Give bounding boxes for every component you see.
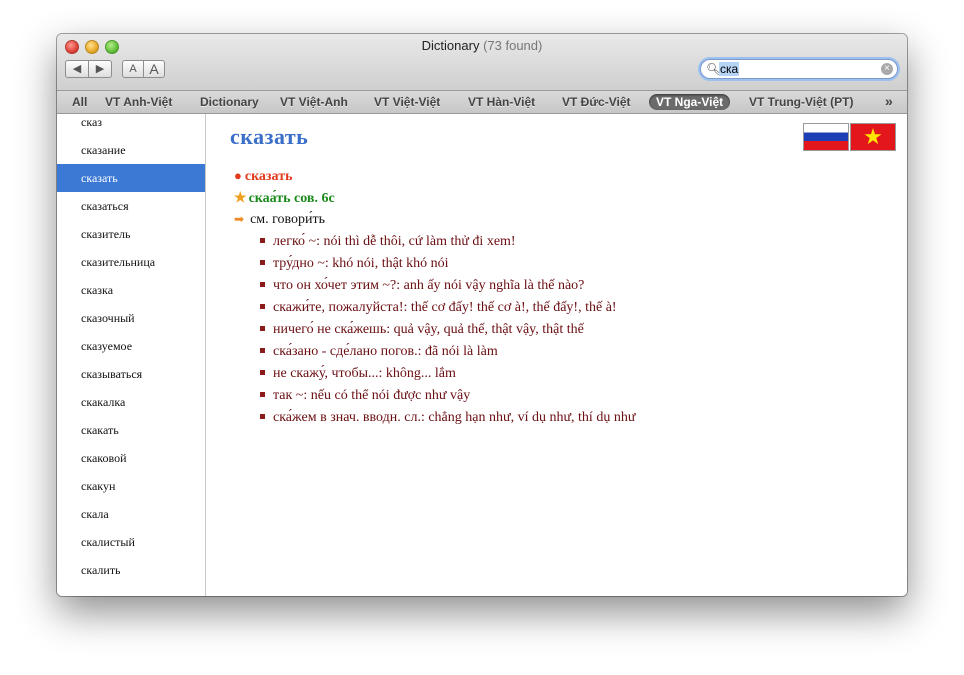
sense-item: ска́жем в знач. вводн. сл.: chẳng hạn nh… bbox=[260, 410, 635, 426]
list-item[interactable]: скакалка bbox=[57, 388, 205, 416]
list-item[interactable]: сказаться bbox=[57, 192, 205, 220]
arrow-right-icon: ➡ bbox=[234, 212, 245, 226]
bullet-icon bbox=[260, 304, 265, 310]
sense-text: не скажу́, чтобы...: không... lắm bbox=[273, 366, 456, 381]
sense-text: так ~: nếu có thể nói được như vậy bbox=[273, 388, 471, 403]
entry-line-source-text: сказать bbox=[244, 169, 293, 184]
window-title-text: Dictionary bbox=[421, 38, 480, 53]
sense-text: легко́ ~: nói thì dễ thôi, cứ làm thử đi… bbox=[273, 234, 516, 249]
tab-vt-viet-anh[interactable]: VT Việt-Anh bbox=[280, 94, 348, 110]
sense-text: ничего́ не ска́жешь: quả vậy, quả thế, t… bbox=[273, 322, 584, 337]
sense-item: что он хо́чет этим ~?: anh ấy nói vậy ng… bbox=[260, 278, 584, 294]
back-button[interactable]: ◀ bbox=[65, 60, 89, 78]
list-item[interactable]: сказительница bbox=[57, 248, 205, 276]
increase-font-button[interactable]: A bbox=[143, 60, 165, 78]
bullet-icon bbox=[260, 370, 265, 376]
tab-vt-viet-viet[interactable]: VT Việt-Việt bbox=[374, 94, 440, 110]
bullet-icon bbox=[260, 238, 265, 244]
list-item-selected[interactable]: сказать bbox=[57, 164, 205, 192]
search-field[interactable]: 🔍︎ ска × bbox=[700, 59, 898, 79]
tab-vt-anh-viet[interactable]: VT Anh-Việt bbox=[105, 94, 172, 110]
sense-item: ска́зано - сде́лано погов.: đã nói là là… bbox=[260, 344, 498, 360]
tab-dictionary[interactable]: Dictionary bbox=[200, 94, 259, 110]
tab-all[interactable]: All bbox=[72, 94, 87, 110]
dictionary-window: Dictionary (73 found) ◀ ▶ A A 🔍︎ ска × A… bbox=[57, 34, 907, 596]
bullet-icon bbox=[260, 414, 265, 420]
list-item[interactable]: скала bbox=[57, 500, 205, 528]
list-item[interactable]: сказание bbox=[57, 136, 205, 164]
russia-flag-icon bbox=[803, 123, 849, 151]
entry-line-grammar-text: скаа́ть сов. 6с bbox=[248, 191, 335, 206]
tab-vt-duc-viet[interactable]: VT Đức-Việt bbox=[562, 94, 630, 110]
sense-text: ска́жем в знач. вводн. сл.: chẳng hạn nh… bbox=[273, 410, 636, 425]
result-count: (73 found) bbox=[483, 38, 543, 53]
list-item[interactable]: сказитель bbox=[57, 220, 205, 248]
tabs-overflow-icon[interactable]: » bbox=[885, 93, 893, 109]
entry-line-source: ● сказать bbox=[234, 168, 292, 185]
entry-headword: сказать bbox=[230, 124, 309, 149]
entry-line-grammar: ★ скаа́ть сов. 6с bbox=[234, 190, 335, 207]
apple-icon: ● bbox=[234, 168, 242, 183]
bullet-icon bbox=[260, 282, 265, 288]
entry-line-crossref-text: см. говори́ть bbox=[250, 212, 326, 227]
sense-text: скажи́те, пожалуйста!: thế cơ đấy! thế c… bbox=[273, 300, 617, 315]
bullet-icon bbox=[260, 348, 265, 354]
forward-button[interactable]: ▶ bbox=[88, 60, 112, 78]
tab-vt-nga-viet[interactable]: VT Nga-Việt bbox=[649, 94, 731, 110]
list-item[interactable]: сказуемое bbox=[57, 332, 205, 360]
sense-item: легко́ ~: nói thì dễ thôi, cứ làm thử đi… bbox=[260, 234, 516, 250]
star-icon: ★ bbox=[234, 191, 247, 206]
list-item[interactable]: сказка bbox=[57, 276, 205, 304]
list-item[interactable]: скалистый bbox=[57, 528, 205, 556]
sense-item: скажи́те, пожалуйста!: thế cơ đấy! thế c… bbox=[260, 300, 617, 316]
list-item[interactable]: скакун bbox=[57, 472, 205, 500]
bullet-icon bbox=[260, 392, 265, 398]
list-item[interactable]: скакать bbox=[57, 416, 205, 444]
bullet-icon bbox=[260, 260, 265, 266]
word-list-sidebar[interactable]: сказ сказание сказать сказаться сказител… bbox=[57, 114, 206, 596]
clear-search-icon[interactable]: × bbox=[881, 63, 893, 75]
list-item[interactable]: сказ bbox=[57, 114, 205, 136]
tab-vt-trung-viet[interactable]: VT Trung-Việt (PT) bbox=[749, 94, 853, 110]
bullet-icon bbox=[260, 326, 265, 332]
list-item[interactable]: скалить bbox=[57, 556, 205, 584]
entry-line-crossref: ➡ см. говори́ть bbox=[234, 212, 325, 228]
decrease-font-button[interactable]: A bbox=[122, 60, 144, 78]
definition-pane: сказать ★ ● сказать ★ скаа́ть сов. 6с ➡ см.… bbox=[206, 114, 907, 596]
vietnam-flag-icon: ★ bbox=[850, 123, 896, 151]
tab-vt-han-viet[interactable]: VT Hàn-Việt bbox=[468, 94, 535, 110]
sense-text: ска́зано - сде́лано погов.: đã nói là là… bbox=[273, 344, 498, 359]
list-item[interactable]: скаковой bbox=[57, 444, 205, 472]
sense-text: что он хо́чет этим ~?: anh ấy nói vậy ng… bbox=[273, 278, 585, 293]
search-input-value[interactable]: ска bbox=[719, 62, 740, 76]
sense-item: ничего́ не ска́жешь: quả vậy, quả thế, t… bbox=[260, 322, 584, 338]
window-title: Dictionary (73 found) bbox=[57, 38, 907, 53]
sense-item: тру́дно ~: khó nói, thật khó nói bbox=[260, 256, 449, 272]
sense-text: тру́дно ~: khó nói, thật khó nói bbox=[273, 256, 449, 271]
list-item[interactable]: сказочный bbox=[57, 304, 205, 332]
dictionary-tab-bar: All VT Anh-Việt Dictionary VT Việt-Anh V… bbox=[57, 91, 907, 114]
title-bar: Dictionary (73 found) ◀ ▶ A A 🔍︎ ска × bbox=[57, 34, 907, 91]
sense-item: так ~: nếu có thể nói được như vậy bbox=[260, 388, 470, 404]
list-item[interactable]: сказываться bbox=[57, 360, 205, 388]
sense-item: не скажу́, чтобы...: không... lắm bbox=[260, 366, 456, 382]
